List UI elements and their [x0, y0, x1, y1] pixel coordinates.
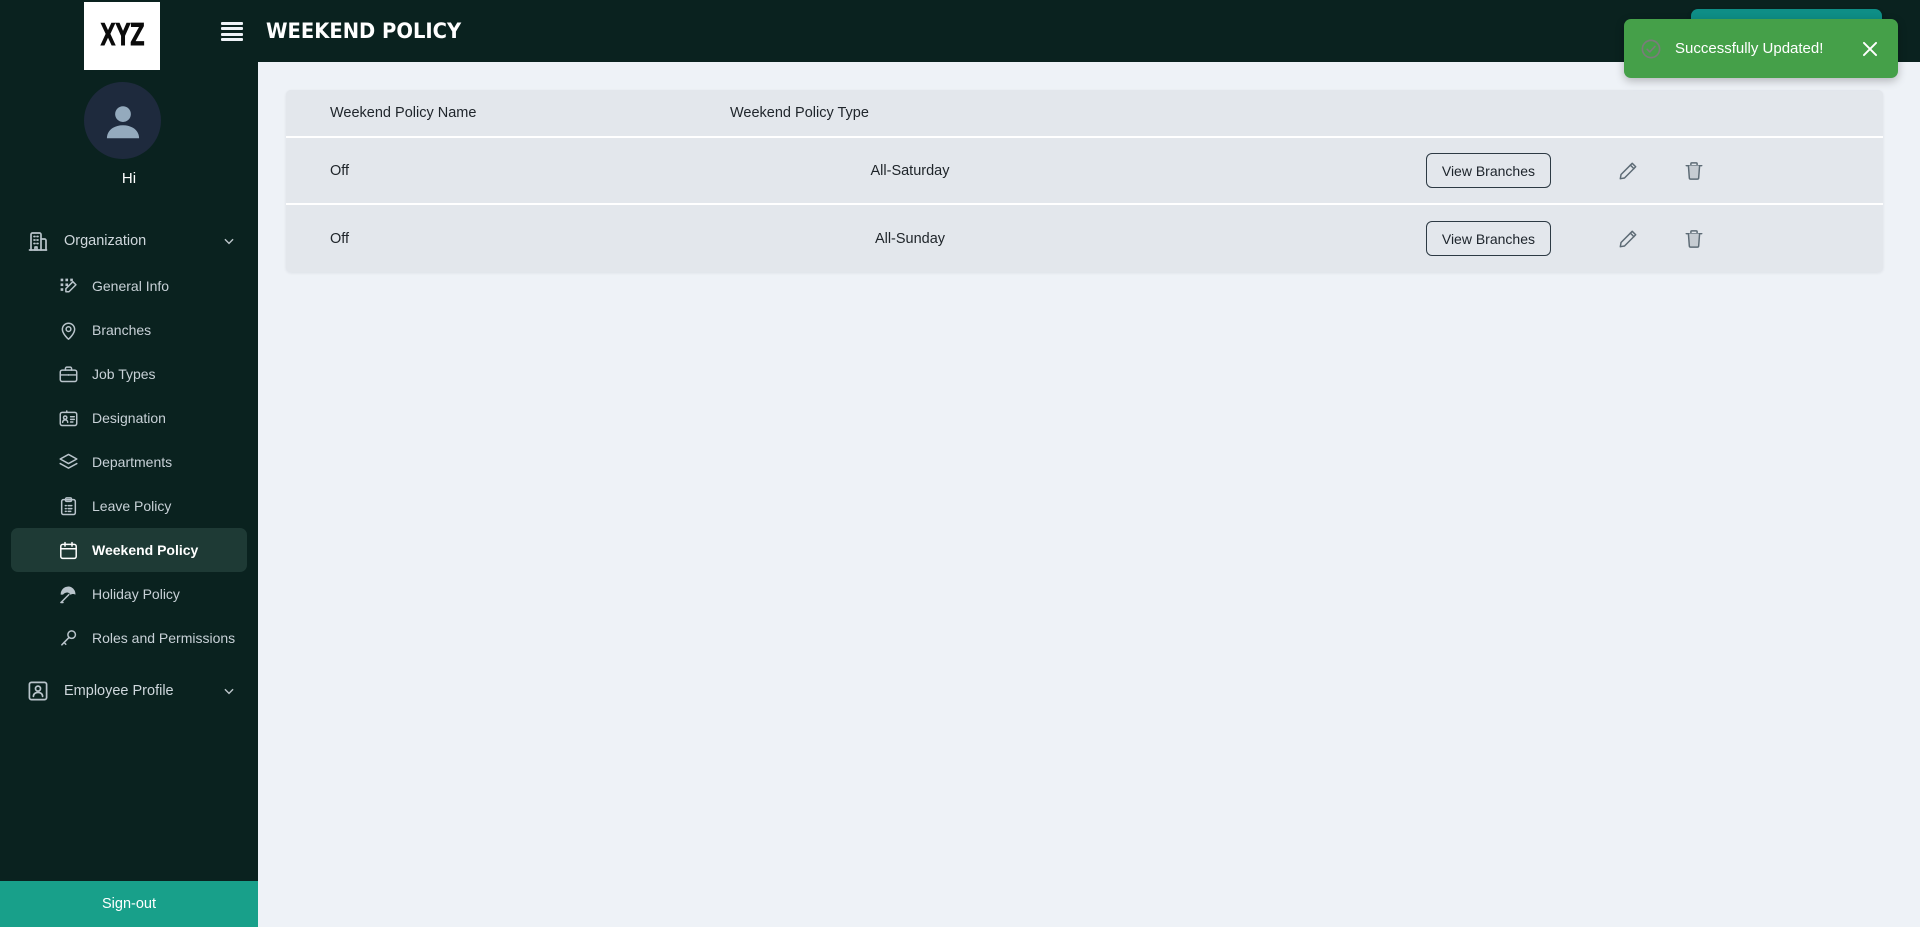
layers-icon [58, 452, 79, 473]
sidebar-item-label: Designation [92, 410, 166, 426]
sidebar-item-label: Roles and Permissions [92, 630, 236, 646]
chevron-down-icon [222, 684, 236, 698]
sidebar-item-branches[interactable]: Branches [11, 308, 247, 352]
sidebar-item-leave-policy[interactable]: Leave Policy [11, 484, 247, 528]
table-row: Off All-Sunday View Branches [286, 205, 1883, 272]
trash-icon[interactable] [1683, 160, 1705, 182]
table-row: Off All-Saturday View Branches [286, 138, 1883, 205]
content-area: Weekend Policy Name Weekend Policy Type … [258, 62, 1920, 272]
sidebar-item-designation[interactable]: Designation [11, 396, 247, 440]
app-root: XYZ Hi Organization General Info Branche… [0, 0, 1920, 927]
row-actions: View Branches [1090, 221, 1883, 256]
avatar[interactable] [84, 82, 161, 159]
cell-policy-name: Off [330, 162, 350, 179]
calendar-icon [58, 540, 79, 561]
pencil-icon[interactable] [1617, 160, 1639, 182]
table-header-row: Weekend Policy Name Weekend Policy Type [286, 90, 1883, 138]
beach-umbrella-icon [58, 584, 79, 605]
building-icon [26, 229, 50, 253]
logo-text: XYZ [99, 18, 145, 54]
toast-message: Successfully Updated! [1675, 40, 1824, 57]
column-header-name: Weekend Policy Name [330, 105, 477, 121]
sidebar-item-holiday-policy[interactable]: Holiday Policy [11, 572, 247, 616]
hamburger-menu-icon[interactable] [221, 22, 243, 41]
trash-icon[interactable] [1683, 228, 1705, 250]
sidebar-nav: Organization General Info Branches Job T… [0, 218, 258, 714]
cell-policy-type: All-Sunday [874, 230, 946, 247]
sidebar-group-organization-label: Organization [64, 233, 147, 249]
sign-out-button[interactable]: Sign-out [0, 881, 258, 927]
sidebar-item-label: Job Types [92, 366, 156, 382]
pencil-icon[interactable] [1617, 228, 1639, 250]
sidebar-item-label: Leave Policy [92, 498, 172, 514]
view-branches-button[interactable]: View Branches [1425, 221, 1551, 256]
sidebar-item-label: General Info [92, 278, 170, 294]
check-circle-icon [1640, 38, 1662, 60]
column-header-type: Weekend Policy Type [730, 105, 869, 121]
user-icon [106, 105, 139, 138]
sidebar-item-label: Branches [92, 322, 152, 338]
view-branches-button[interactable]: View Branches [1425, 153, 1551, 188]
sidebar-item-departments[interactable]: Departments [11, 440, 247, 484]
sidebar-item-label: Departments [92, 454, 173, 470]
sidebar: XYZ Hi Organization General Info Branche… [0, 0, 258, 927]
clipboard-list-icon [58, 496, 79, 517]
sidebar-item-roles-and-permissions[interactable]: Roles and Permissions [11, 616, 247, 660]
chevron-down-icon [222, 234, 236, 248]
close-icon[interactable] [1859, 38, 1881, 60]
grid-edit-icon [58, 276, 79, 297]
sidebar-item-label: Holiday Policy [92, 586, 180, 602]
employee-badge-icon [26, 679, 50, 703]
sidebar-item-label: Weekend Policy [92, 542, 199, 558]
sign-out-label: Sign-out [101, 896, 156, 912]
briefcase-icon [58, 364, 79, 385]
weekend-policy-table: Weekend Policy Name Weekend Policy Type … [286, 90, 1883, 272]
greeting-text: Hi [121, 170, 137, 187]
success-toast: Successfully Updated! [1624, 19, 1898, 78]
sidebar-group-employee-profile[interactable]: Employee Profile [0, 668, 258, 714]
key-icon [58, 628, 79, 649]
main-area: WEEKEND POLICY Add Weekend Policy Weeken… [221, 0, 1920, 927]
row-actions: View Branches [1090, 153, 1883, 188]
cell-policy-name: Off [330, 230, 350, 247]
cell-policy-type: All-Saturday [870, 162, 950, 179]
page-title: WEEKEND POLICY [266, 19, 462, 43]
sidebar-item-general-info[interactable]: General Info [11, 264, 247, 308]
id-card-icon [58, 408, 79, 429]
location-pin-icon [58, 320, 79, 341]
sidebar-item-weekend-policy[interactable]: Weekend Policy [11, 528, 247, 572]
sidebar-group-employee-profile-label: Employee Profile [64, 683, 174, 699]
app-logo[interactable]: XYZ [84, 2, 160, 70]
sidebar-item-job-types[interactable]: Job Types [11, 352, 247, 396]
sidebar-group-organization[interactable]: Organization [0, 218, 258, 264]
sidebar-scroll-area: XYZ Hi Organization General Info Branche… [0, 0, 258, 881]
